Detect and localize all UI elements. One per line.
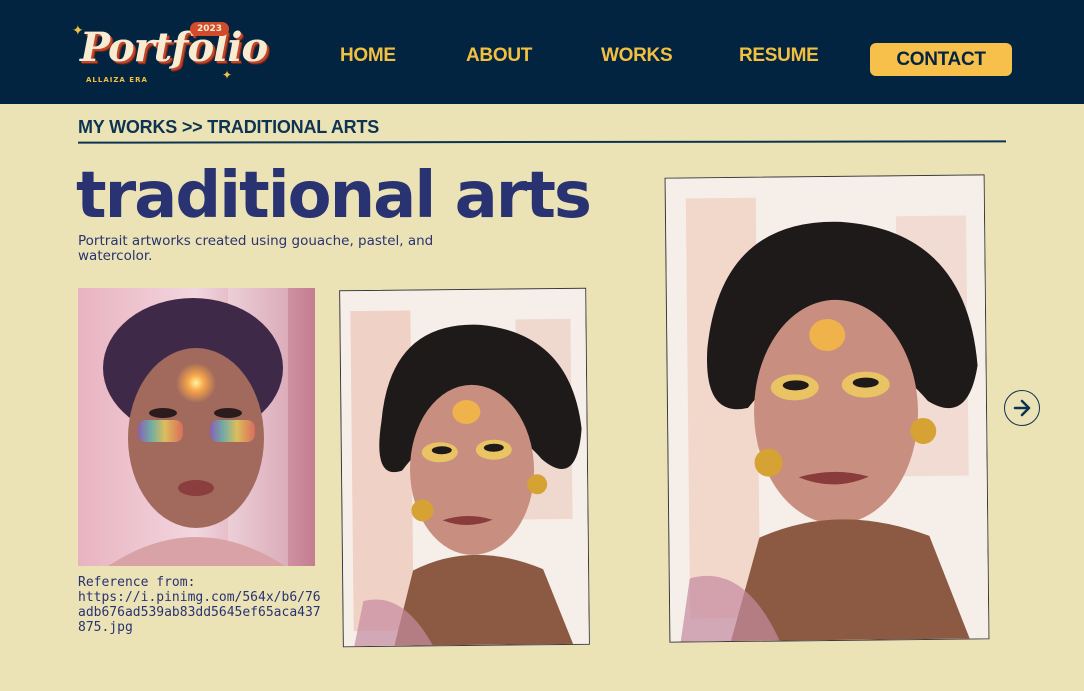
next-arrow-button[interactable]	[1004, 390, 1040, 426]
reference-photo[interactable]	[78, 288, 315, 566]
arrow-right-circle-icon	[1013, 399, 1031, 417]
nav-resume[interactable]: RESUME	[739, 45, 819, 67]
contact-button[interactable]: CONTACT	[870, 43, 1012, 76]
site-header: ✦ Portfolio 2023 ✦ ALLAIZA ERA HOME ABOU…	[0, 0, 1084, 104]
nav-about[interactable]: ABOUT	[466, 45, 532, 67]
divider	[77, 140, 1007, 144]
logo-subtitle: ALLAIZA ERA	[86, 76, 148, 84]
reference-label: Reference from:	[78, 575, 196, 590]
breadcrumb[interactable]: MY WORKS >> TRADITIONAL ARTS	[78, 117, 379, 138]
nav-works[interactable]: WORKS	[601, 45, 673, 67]
reference-caption: Reference from: https://i.pinimg.com/564…	[78, 575, 323, 635]
page-title: traditional arts	[76, 159, 592, 233]
logo-year-badge: 2023	[190, 22, 230, 36]
reference-url[interactable]: https://i.pinimg.com/564x/b6/76adb676ad5…	[78, 590, 323, 635]
artwork-painting-2[interactable]	[664, 174, 990, 643]
sparkle-icon: ✦	[222, 68, 233, 82]
nav-home[interactable]: HOME	[340, 45, 396, 67]
portfolio-logo[interactable]: ✦ Portfolio 2023 ✦ ALLAIZA ERA	[72, 18, 268, 90]
artwork-painting-1[interactable]	[339, 287, 590, 648]
logo-wordmark: Portfolio	[80, 24, 268, 71]
page-description: Portrait artworks created using gouache,…	[78, 233, 434, 264]
